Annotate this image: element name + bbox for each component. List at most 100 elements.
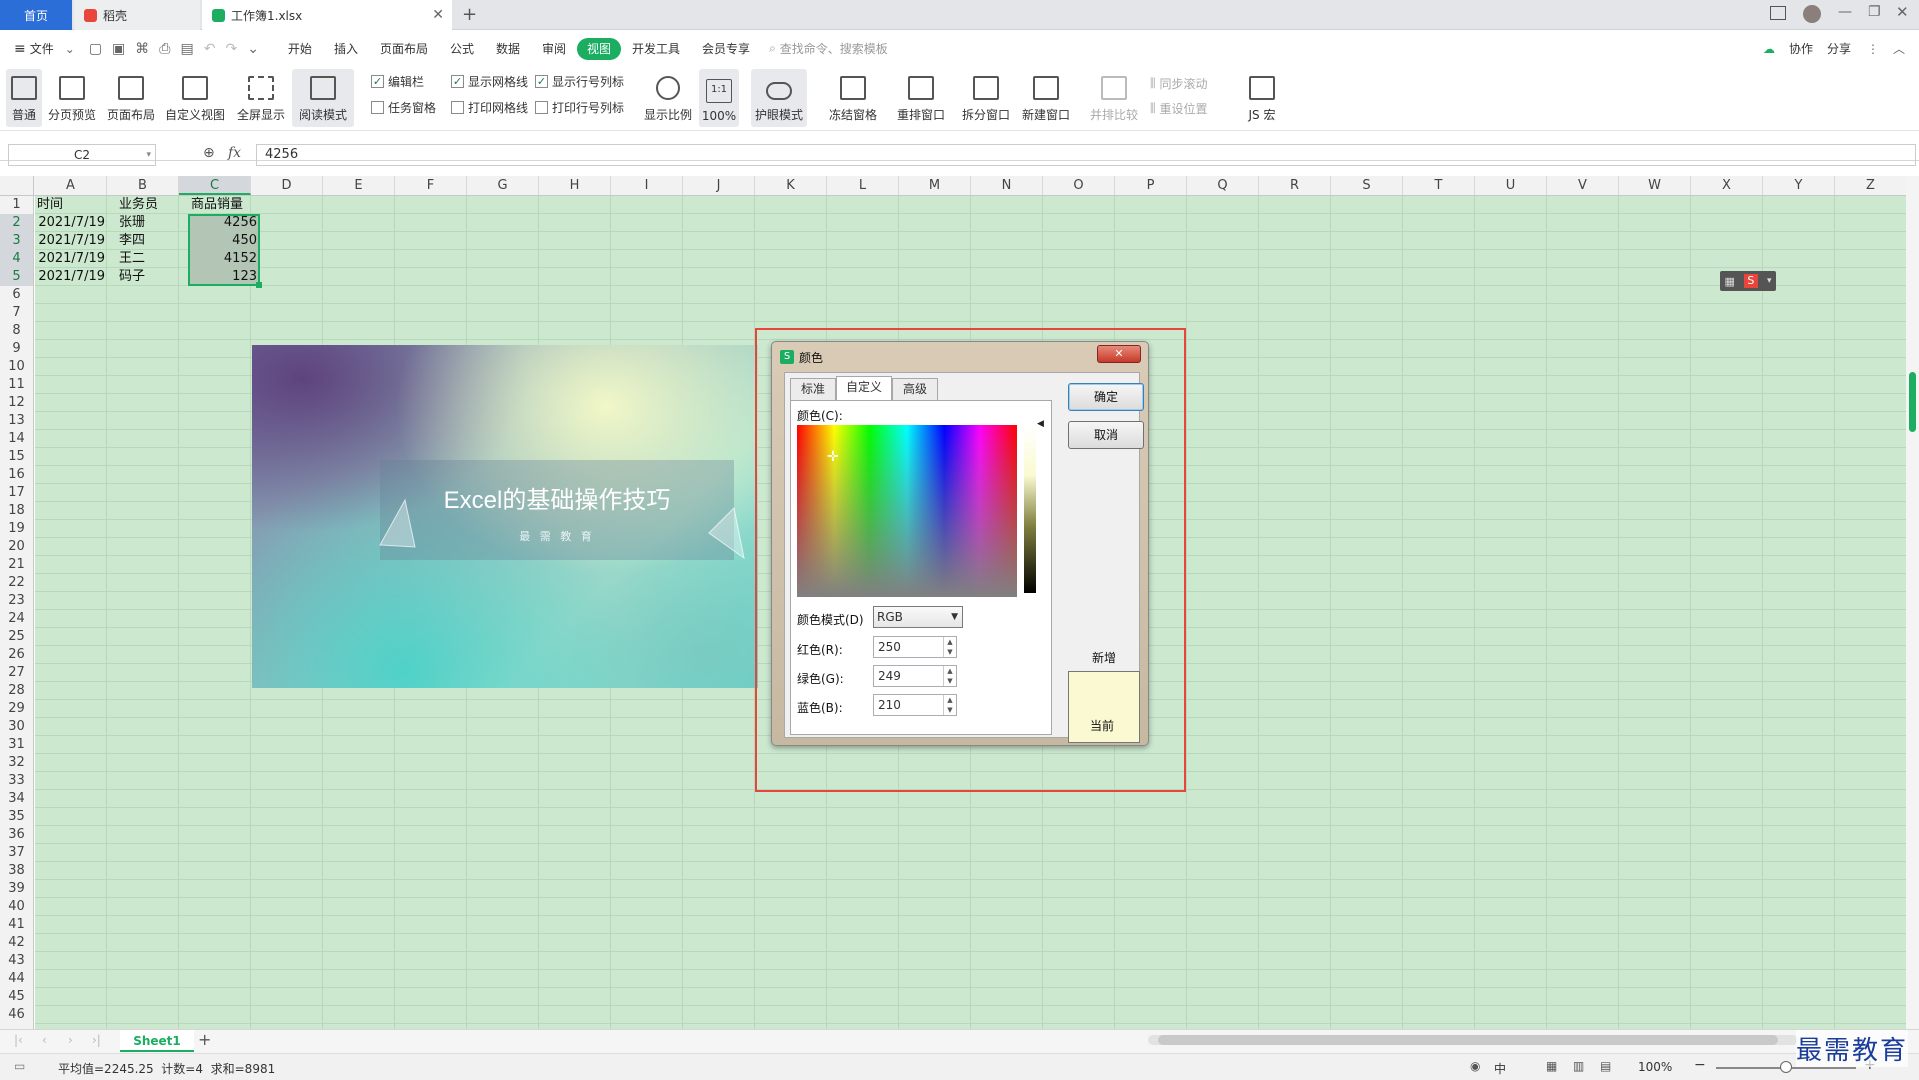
new-window-button[interactable]: 新建窗口 [1018,69,1074,127]
menu-developer[interactable]: 开发工具 [621,38,691,60]
select-all-corner[interactable] [0,176,34,195]
split-window-button[interactable]: 拆分窗口 [958,69,1014,127]
reading-view-status-icon[interactable]: ▤ [1600,1059,1611,1073]
tab-custom[interactable]: 自定义 [836,376,892,401]
column-header-l[interactable]: L [827,176,899,195]
header-cell-time[interactable]: 时间 [37,196,63,214]
command-search-input[interactable]: 查找命令、搜索模板 [780,40,888,57]
column-header-f[interactable]: F [395,176,467,195]
row-header-28[interactable]: 28 [0,682,33,700]
collapse-ribbon-icon[interactable]: ︿ [1893,40,1905,57]
undo-icon[interactable]: ↶ [204,41,216,57]
customize-icon[interactable]: ⌄ [247,41,259,57]
fullscreen-button[interactable]: 全屏显示 [234,69,288,127]
green-input[interactable]: 249 ▲ ▼ [873,665,957,687]
cancel-button[interactable]: 取消 [1068,421,1144,449]
column-header-q[interactable]: Q [1187,176,1259,195]
reading-mode-button[interactable]: 阅读模式 [292,69,354,127]
row-header-13[interactable]: 13 [0,412,33,430]
redo-icon[interactable]: ↷ [225,41,237,57]
column-header-i[interactable]: I [611,176,683,195]
fx-icon[interactable]: fx [228,145,241,161]
row-header-32[interactable]: 32 [0,754,33,772]
spinner-icon[interactable]: ▲ ▼ [943,637,956,657]
luminance-slider[interactable] [1024,425,1036,593]
last-sheet-icon[interactable]: ›| [92,1033,101,1047]
column-header-b[interactable]: B [107,176,179,195]
zoom-100-button[interactable]: 1:1 100% [699,69,739,127]
close-icon[interactable]: ✕ [432,7,444,23]
column-header-s[interactable]: S [1331,176,1403,195]
formula-bar-checkbox[interactable]: ✓ 编辑栏 [371,73,424,90]
table-cell[interactable]: 2021/7/19 [37,214,105,232]
ok-button[interactable]: 确定 [1068,383,1144,411]
floating-toolbar[interactable]: ▦ S ▾ [1720,271,1776,291]
share-button[interactable]: 分享 [1827,40,1851,57]
tab-advanced[interactable]: 高级 [892,378,938,400]
zoom-formula-icon[interactable]: ⊕ [203,145,215,161]
column-header-y[interactable]: Y [1763,176,1835,195]
column-header-u[interactable]: U [1475,176,1547,195]
arrange-windows-button[interactable]: 重排窗口 [890,69,952,127]
row-header-26[interactable]: 26 [0,646,33,664]
tab-daoke[interactable]: 稻壳 [74,0,200,30]
add-sheet-icon[interactable]: + [198,1030,211,1049]
column-header-v[interactable]: V [1547,176,1619,195]
row-header-39[interactable]: 39 [0,880,33,898]
avatar[interactable] [1803,5,1821,23]
column-header-e[interactable]: E [323,176,395,195]
menu-file[interactable]: 文件 [26,38,65,60]
normal-view-status-icon[interactable]: ▦ [1546,1059,1557,1073]
table-cell[interactable]: 4256 [191,214,257,232]
formula-input[interactable]: 4256 [256,144,1916,166]
freeze-panes-button[interactable]: 冻结窗格 [822,69,884,127]
table-cell[interactable]: 2021/7/19 [37,250,105,268]
row-header-8[interactable]: 8 [0,322,33,340]
tab-workbook[interactable]: 工作簿1.xlsx ✕ [202,0,452,30]
page-layout-button[interactable]: 页面布局 [104,69,158,127]
column-header-d[interactable]: D [251,176,323,195]
menu-formula[interactable]: 公式 [439,38,485,60]
collab-button[interactable]: 协作 [1789,40,1813,57]
reset-position-button[interactable]: ⫼ 重设位置 [1150,100,1208,117]
hamburger-icon[interactable]: ≡ [14,41,26,57]
save-icon[interactable]: ▣ [112,41,125,57]
row-header-38[interactable]: 38 [0,862,33,880]
row-header-25[interactable]: 25 [0,628,33,646]
js-macro-button[interactable]: JS 宏 [1238,69,1286,127]
row-header-5[interactable]: 5 [0,268,33,286]
normal-view-button[interactable]: 普通 [6,69,42,127]
show-headers-checkbox[interactable]: ✓ 显示行号列标 [535,73,624,90]
menu-home[interactable]: 开始 [277,38,323,60]
custom-view-button[interactable]: 自定义视图 [164,69,226,127]
table-cell[interactable]: 李四 [119,232,187,250]
first-sheet-icon[interactable]: |‹ [14,1033,23,1047]
row-header-19[interactable]: 19 [0,520,33,538]
row-header-37[interactable]: 37 [0,844,33,862]
dialog-close-button[interactable]: ✕ [1097,345,1141,363]
inserted-picture[interactable]: Excel的基础操作技巧 最 需 教 育 [252,345,758,688]
row-header-18[interactable]: 18 [0,502,33,520]
row-header-34[interactable]: 34 [0,790,33,808]
print-headers-checkbox[interactable]: 打印行号列标 [535,99,624,116]
menu-data[interactable]: 数据 [485,38,531,60]
table-cell[interactable]: 123 [191,268,257,286]
column-header-z[interactable]: Z [1835,176,1907,195]
table-cell[interactable]: 码子 [119,268,187,286]
table-cell[interactable]: 2021/7/19 [37,232,105,250]
menu-review[interactable]: 审阅 [531,38,577,60]
task-pane-checkbox[interactable]: 任务窗格 [371,99,436,116]
cloud-sync-icon[interactable]: ☁ [1763,42,1775,56]
tab-home[interactable]: 首页 [0,0,72,30]
spinner-icon[interactable]: ▲ ▼ [943,666,956,686]
column-header-g[interactable]: G [467,176,539,195]
row-header-15[interactable]: 15 [0,448,33,466]
row-header-36[interactable]: 36 [0,826,33,844]
row-header-20[interactable]: 20 [0,538,33,556]
eye-care-mode-button[interactable]: 护眼模式 [751,69,807,127]
column-header-p[interactable]: P [1115,176,1187,195]
row-header-23[interactable]: 23 [0,592,33,610]
zoom-out-icon[interactable]: − [1694,1057,1706,1073]
row-header-4[interactable]: 4 [0,250,33,268]
scroll-thumb[interactable] [1909,372,1916,432]
